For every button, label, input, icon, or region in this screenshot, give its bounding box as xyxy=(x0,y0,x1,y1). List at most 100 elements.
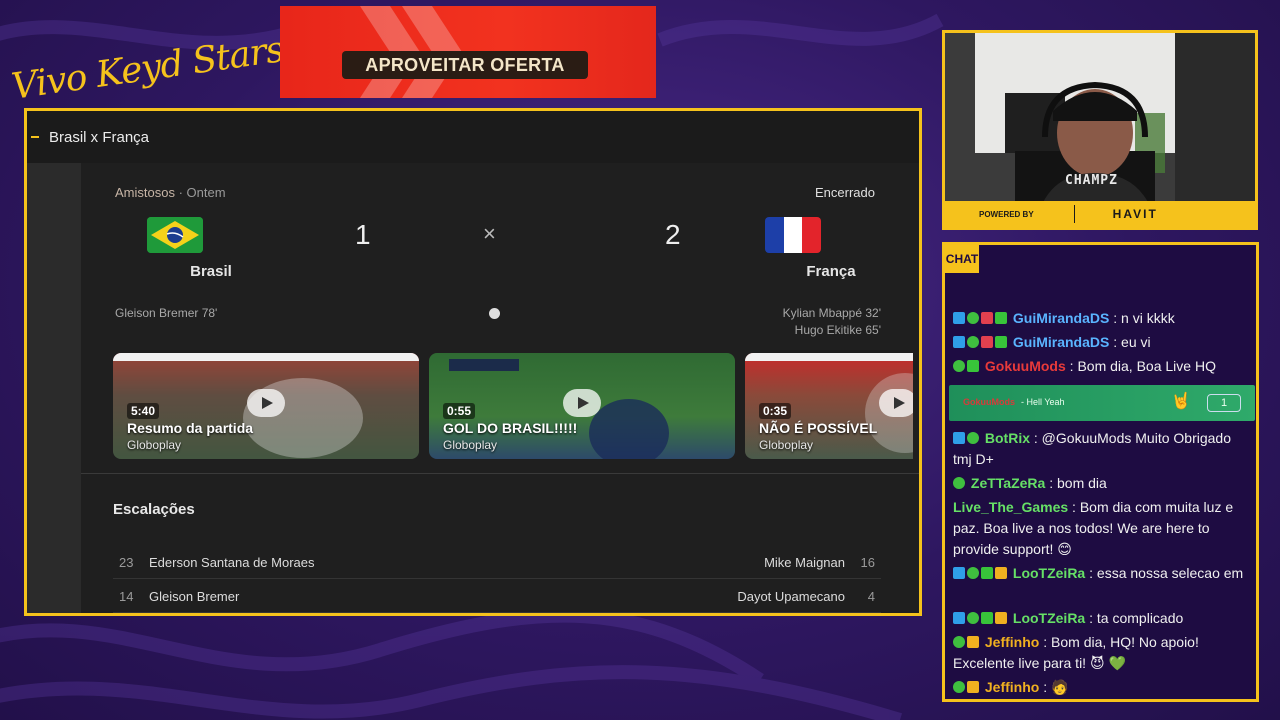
browser-window: Brasil x França Amistosos · Ontem Encerr… xyxy=(24,108,922,616)
scorer: Hugo Ekitike 65' xyxy=(794,323,881,337)
sub-badge-icon xyxy=(981,336,993,348)
video-source: Globoplay xyxy=(443,438,498,452)
chat-message: LooTZeiRa : ta complicado xyxy=(953,608,1253,629)
away-player-name[interactable]: Mike Maignan xyxy=(764,555,845,570)
video-title: GOL DO BRASIL!!!!! xyxy=(443,420,578,436)
webcam-overlay-text: CHAMPZ xyxy=(1065,173,1118,188)
away-score: 2 xyxy=(665,219,681,250)
lineup-row[interactable]: 14 Gleison Bremer Dayot Upamecano 4 xyxy=(113,579,881,613)
vip-badge-icon xyxy=(995,336,1007,348)
vip-badge-icon xyxy=(995,312,1007,324)
highlight-text: - Hell Yeah xyxy=(1021,397,1065,407)
brazil-flag-icon[interactable] xyxy=(147,217,203,253)
left-gutter xyxy=(27,163,81,613)
title-accent xyxy=(31,136,39,138)
scorer: Gleison Bremer 78' xyxy=(115,306,218,320)
vip-badge-icon xyxy=(981,567,993,579)
verified-badge-icon xyxy=(967,612,979,624)
chat-text: : eu vi xyxy=(1109,334,1151,350)
chat-username[interactable]: Jeffinho xyxy=(985,634,1039,650)
home-score: 1 xyxy=(355,219,371,250)
home-player-name[interactable]: Ederson Santana de Moraes xyxy=(149,555,315,570)
chat-message: GuiMirandaDS : n vi kkkk xyxy=(953,308,1253,329)
verified-badge-icon xyxy=(953,360,965,372)
chat-username[interactable]: BotRix xyxy=(985,430,1030,446)
away-player-number: 4 xyxy=(867,589,875,604)
crown-badge-icon xyxy=(995,567,1007,579)
chat-username[interactable]: LooTZeiRa xyxy=(1013,610,1085,626)
ad-banner[interactable]: APROVEITAR OFERTA xyxy=(280,6,656,98)
chat-message: Jeffinho : Bom dia, HQ! No apoio! Excele… xyxy=(953,632,1253,674)
video-carousel: 5:40 Resumo da partida Globoplay 0:55 GO… xyxy=(113,353,913,461)
chat-text: : 🧑 xyxy=(1039,679,1069,695)
browser-titlebar: Brasil x França xyxy=(27,111,919,163)
chat-message: GokuuMods : Bom dia, Boa Live HQ xyxy=(953,356,1253,377)
crown-badge-icon xyxy=(967,636,979,648)
chat-text: : ta complicado xyxy=(1085,610,1184,626)
chat-message: ZeTTaZeRa : bom dia xyxy=(953,473,1253,494)
video-source: Globoplay xyxy=(759,438,814,452)
crown-badge-icon xyxy=(995,612,1007,624)
sponsor-brand: HAVIT xyxy=(1112,207,1158,221)
reaction-count[interactable]: 1 xyxy=(1207,394,1241,412)
video-title: Resumo da partida xyxy=(127,420,254,436)
page-title: Brasil x França xyxy=(49,128,150,146)
home-player-number: 23 xyxy=(119,555,134,570)
home-scorers: Gleison Bremer 78' xyxy=(115,305,217,322)
chat-text: : bom dia xyxy=(1045,475,1107,491)
verified-badge-icon xyxy=(967,432,979,444)
video-card[interactable]: 0:35 NÃO É POSSÍVEL Globoplay xyxy=(745,353,913,459)
video-card[interactable]: 0:55 GOL DO BRASIL!!!!! Globoplay xyxy=(429,353,735,459)
chat-username[interactable]: Live_The_Games xyxy=(953,499,1068,515)
chat-text: : essa nossa selecao em xyxy=(1085,565,1244,581)
video-card[interactable]: 5:40 Resumo da partida Globoplay xyxy=(113,353,419,459)
chat-username[interactable]: GuiMirandaDS xyxy=(1013,310,1109,326)
chat-username[interactable]: GuiMirandaDS xyxy=(1013,334,1109,350)
powered-by-label: POWERED BY xyxy=(979,209,1034,219)
rock-hand-icon: 🤘 xyxy=(1171,393,1191,410)
versus-symbol: × xyxy=(483,221,496,246)
match-meta: Amistosos · Ontem xyxy=(115,185,226,200)
chat-header: CHAT xyxy=(945,245,979,273)
highlighted-message[interactable]: GokuuMods - Hell Yeah 🤘 1 xyxy=(949,385,1255,421)
chat-username[interactable]: Jeffinho xyxy=(985,679,1039,695)
video-title: NÃO É POSSÍVEL xyxy=(759,420,878,436)
match-date: Ontem xyxy=(186,185,226,200)
webcam-feed xyxy=(945,33,1255,227)
lineup-row[interactable]: 23 Ederson Santana de Moraes Mike Maigna… xyxy=(113,545,881,579)
meta-separator: · xyxy=(178,185,187,200)
home-player-name[interactable]: Gleison Bremer xyxy=(149,589,239,604)
match-panel: Amistosos · Ontem Encerrado Brasil 1 × 2… xyxy=(81,163,919,613)
chat-message: Jeffinho : 🧑 xyxy=(953,677,1253,698)
chat-username[interactable]: LooTZeiRa xyxy=(1013,565,1085,581)
verified-badge-icon xyxy=(967,312,979,324)
lineups-title: Escalações xyxy=(113,501,195,518)
chat-username[interactable]: GokuuMods xyxy=(985,358,1066,374)
highlight-username[interactable]: GokuuMods xyxy=(963,397,1015,407)
verified-badge-icon xyxy=(967,336,979,348)
prime-badge-icon xyxy=(953,567,965,579)
prime-badge-icon xyxy=(953,432,965,444)
video-duration: 0:55 xyxy=(443,403,476,419)
prime-badge-icon xyxy=(953,336,965,348)
webcam-panel: CHAMPZ POWERED BY HAVIT xyxy=(942,30,1258,230)
play-icon[interactable] xyxy=(247,389,285,417)
play-icon[interactable] xyxy=(563,389,601,417)
sponsor-bar: POWERED BY HAVIT xyxy=(945,201,1255,227)
chat-text: : n vi kkkk xyxy=(1109,310,1175,326)
chat-username[interactable]: ZeTTaZeRa xyxy=(971,475,1045,491)
offer-button[interactable]: APROVEITAR OFERTA xyxy=(342,51,588,79)
scorer: Kylian Mbappé 32' xyxy=(782,306,881,320)
away-player-name[interactable]: Dayot Upamecano xyxy=(737,589,845,604)
away-scorers: Kylian Mbappé 32' Hugo Ekitike 65' xyxy=(783,305,881,339)
video-duration: 5:40 xyxy=(127,403,160,419)
prime-badge-icon xyxy=(953,312,965,324)
chat-text: : Bom dia, Boa Live HQ xyxy=(1065,358,1216,374)
home-team-name[interactable]: Brasil xyxy=(151,263,271,280)
france-flag-icon[interactable] xyxy=(765,217,821,253)
video-source: Globoplay xyxy=(127,438,182,452)
play-icon[interactable] xyxy=(879,389,913,417)
competition-link[interactable]: Amistosos xyxy=(115,185,175,200)
away-team-name[interactable]: França xyxy=(771,263,891,280)
match-status: Encerrado xyxy=(815,185,875,200)
